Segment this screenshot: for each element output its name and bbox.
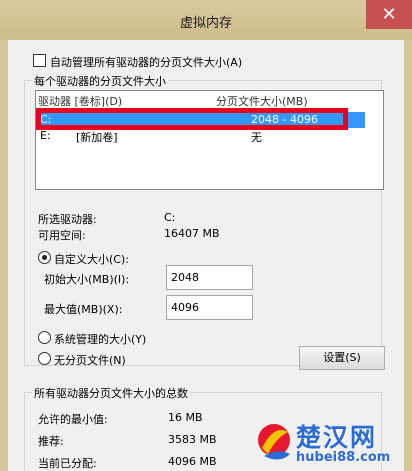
max-size-input[interactable] [166,295,253,320]
auto-manage-checkbox[interactable] [33,54,46,67]
system-managed-radio[interactable] [38,331,51,344]
min-allowed-label: 允许的最小值: [38,413,108,426]
close-button[interactable]: ✕ [366,0,412,29]
watermark-url: hubei88.com [296,450,391,465]
initial-size-label: 初始大小(MB)(I): [44,273,130,286]
no-paging-radio[interactable] [38,352,51,365]
recommended-value: 3583 MB [168,433,217,446]
drive-label: [新加卷] [76,131,118,144]
watermark-text: 楚汉网 [296,423,378,452]
no-paging-label[interactable]: 无分页文件(N) [54,352,126,368]
drive-paging-size: 2048 - 4096 [251,113,318,126]
set-button[interactable]: 设置(S) [299,346,385,370]
drive-list[interactable]: 驱动器 [卷标](D) 分页文件大小(MB) C: 2048 - 4096 E:… [35,90,384,190]
currently-allocated-value: 4096 MB [168,455,217,468]
min-allowed-value: 16 MB [168,411,203,424]
window-title: 虚拟内存 [179,16,232,31]
drive-row-e[interactable]: E: [新加卷] 无 [38,128,365,144]
selected-drive-label: 所选驱动器: [38,213,97,226]
column-header-size[interactable]: 分页文件大小(MB) [216,93,308,109]
free-space-value: 16407 MB [164,227,220,240]
drive-row-c[interactable]: C: 2048 - 4096 [38,112,365,128]
per-drive-group-title: 每个驱动器的分页文件大小 [32,73,168,89]
totals-group-title: 所有驱动器分页文件大小的总数 [32,385,190,401]
drive-list-header: 驱动器 [卷标](D) 分页文件大小(MB) [36,91,383,108]
watermark-logo-icon [254,418,294,469]
max-size-label: 最大值(MB)(X): [44,303,123,316]
drive-letter: C: [40,113,52,126]
drive-paging-size: 无 [251,131,262,144]
title-bar: 虚拟内存 ✕ [0,0,412,40]
auto-manage-label[interactable]: 自动管理所有驱动器的分页文件大小(A) [50,54,242,70]
selected-drive-value: C: [164,211,176,224]
recommended-label: 推荐: [38,435,64,448]
currently-allocated-label: 当前已分配: [38,457,97,470]
initial-size-input[interactable] [166,265,253,290]
system-managed-label[interactable]: 系统管理的大小(Y) [54,331,146,347]
custom-size-radio[interactable] [38,251,51,264]
drive-letter: E: [40,129,51,142]
custom-size-label[interactable]: 自定义大小(C): [54,251,129,267]
free-space-label: 可用空间: [38,229,86,242]
column-header-drive[interactable]: 驱动器 [卷标](D) [38,93,122,109]
close-icon: ✕ [381,4,397,25]
